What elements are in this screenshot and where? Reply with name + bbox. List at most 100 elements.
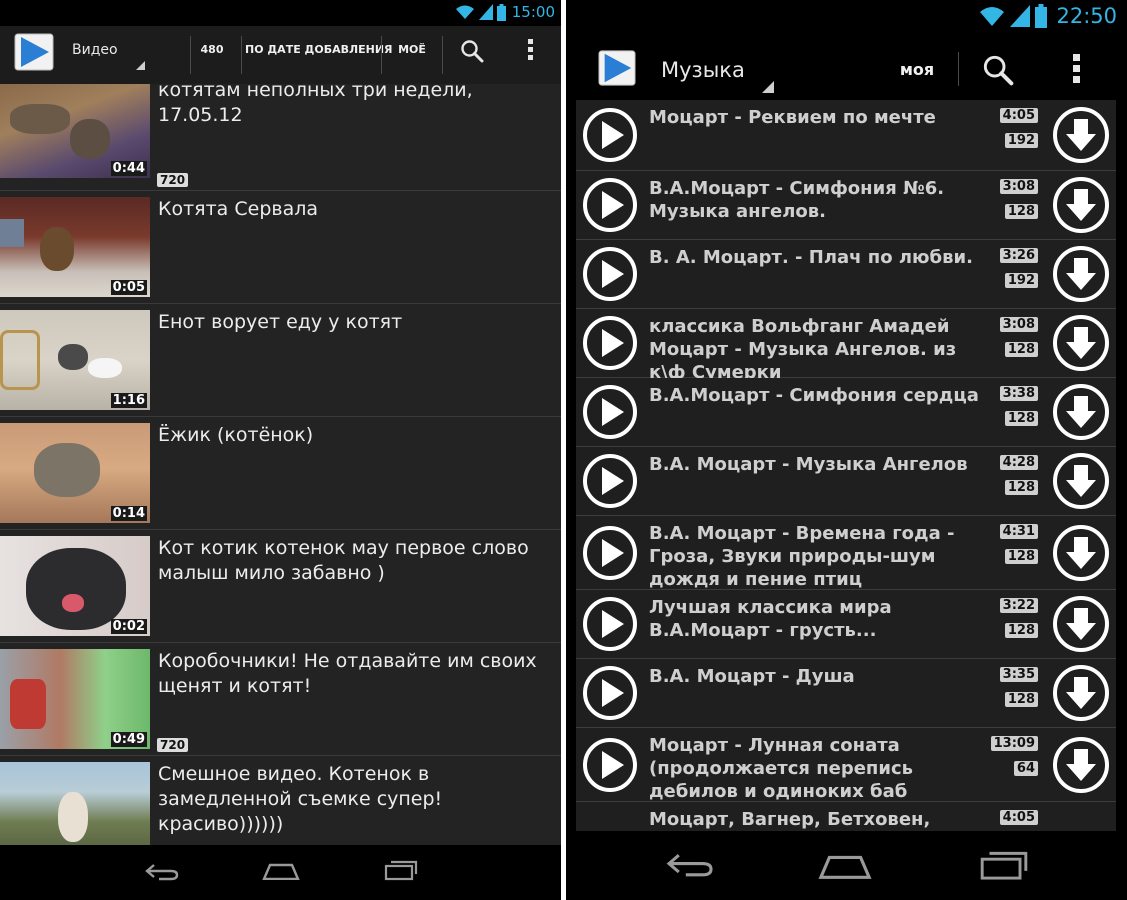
track-title: В.А. Моцарт - Музыка Ангелов [649,454,968,475]
list-item[interactable]: Лучшая классика мира В.А.Моцарт - грусть… [576,590,1116,659]
section-title[interactable]: Музыка [661,58,745,82]
video-thumbnail[interactable]: 0:14 [0,423,150,523]
track-duration: 4:28 [999,455,1038,470]
video-thumbnail[interactable]: 1:16 [0,310,150,410]
quality-button[interactable]: 480 [192,43,232,56]
divider [190,36,191,74]
home-icon[interactable] [818,853,872,879]
list-item[interactable]: В.А. Моцарт - Душа 3:35 128 [576,659,1116,728]
play-icon[interactable] [582,453,638,509]
video-list[interactable]: 0:44 котятам неполных три недели, 17.05.… [0,84,561,845]
list-item[interactable]: В.А.Моцарт - Симфония сердца 3:38 128 [576,378,1116,447]
spinner-indicator-icon [136,61,145,70]
video-title: котятам неполных три недели, 17.05.12 [158,84,473,126]
track-duration: 13:09 [990,736,1038,751]
list-item[interactable]: Моцарт, Вагнер, Бетховен, 4:05 [576,802,1116,831]
track-duration: 3:35 [999,667,1038,682]
track-duration: 4:05 [999,108,1038,123]
app-logo[interactable] [14,33,54,71]
video-thumbnail[interactable]: 0:02 [0,536,150,636]
video-quality-badge: 720 [157,738,189,752]
divider [381,36,382,74]
sort-button[interactable]: ПО ДАТЕ ДОБАВЛЕНИЯ [245,43,393,56]
recents-icon[interactable] [979,849,1029,881]
track-title: В.А.Моцарт - Симфония №6. Музыка ангелов… [649,178,945,222]
video-screen: 15:00 Видео 480 ПО ДАТЕ ДОБАВЛЕНИЯ МОЁ 0… [0,0,561,900]
overflow-menu-icon[interactable] [527,39,535,61]
back-icon[interactable] [145,862,179,882]
track-title: классика Вольфганг Амадей Моцарт - Музык… [649,316,957,383]
search-icon[interactable] [982,54,1014,86]
track-title: Лучшая классика мира В.А.Моцарт - грусть… [649,597,892,641]
list-item[interactable]: Смешное видео. Котенок в замедленной съе… [0,756,561,845]
video-thumbnail[interactable]: 0:05 [0,197,150,297]
divider [442,36,443,74]
recents-icon[interactable] [384,859,418,881]
play-icon[interactable] [582,107,638,163]
play-icon[interactable] [582,246,638,302]
navigation-bar [566,831,1127,900]
video-thumbnail[interactable]: 0:44 [0,84,150,178]
list-item[interactable]: 0:14 Ёжик (котёнок) [0,417,561,530]
track-duration: 3:08 [999,317,1038,332]
track-duration: 3:26 [999,248,1038,263]
back-icon[interactable] [666,851,714,879]
section-title[interactable]: Видео [72,42,118,58]
play-icon[interactable] [582,384,638,440]
track-bitrate: 128 [1004,623,1038,638]
video-duration: 0:02 [110,619,147,634]
list-item[interactable]: В.А.Моцарт - Симфония №6. Музыка ангелов… [576,171,1116,240]
home-icon[interactable] [262,862,300,880]
list-item[interactable]: 0:05 Котята Сервала [0,191,561,304]
list-item[interactable]: Моцарт - Реквием по мечте 4:05 192 [576,100,1116,171]
track-list[interactable]: Моцарт - Реквием по мечте 4:05 192 В.А.М… [576,100,1116,831]
overflow-menu-icon[interactable] [1072,54,1082,84]
track-title: В.А. Моцарт - Душа [649,666,855,687]
download-icon[interactable] [1052,452,1110,510]
list-item[interactable]: В.А. Моцарт - Музыка Ангелов 4:28 128 [576,447,1116,516]
list-item[interactable]: Моцарт - Лунная соната (продолжается пер… [576,728,1116,825]
download-icon[interactable] [1052,524,1110,582]
wifi-icon [455,5,474,19]
list-item[interactable]: 0:49 Коробочники! Не отдавайте им своих … [0,643,561,756]
play-icon[interactable] [582,315,638,371]
mine-button[interactable]: МОЁ [388,43,436,56]
track-bitrate: 192 [1004,133,1038,148]
track-title: В.А.Моцарт - Симфония сердца [649,385,979,406]
list-item[interactable]: 0:02 Кот котик котенок мау первое слово … [0,530,561,643]
search-icon[interactable] [460,39,484,63]
video-thumbnail[interactable]: 0:49 [0,649,150,749]
download-icon[interactable] [1052,383,1110,441]
track-duration: 3:38 [999,386,1038,401]
navigation-bar [0,845,561,900]
download-icon[interactable] [1052,736,1110,794]
app-logo[interactable] [598,49,636,87]
status-bar: 15:00 [0,0,561,26]
download-icon[interactable] [1052,176,1110,234]
download-icon[interactable] [1052,314,1110,372]
mine-button[interactable]: моя [892,60,942,79]
signal-icon [1010,5,1031,27]
track-bitrate: 128 [1004,204,1038,219]
play-icon[interactable] [582,665,638,721]
download-icon[interactable] [1052,664,1110,722]
list-item[interactable]: классика Вольфганг Амадей Моцарт - Музык… [576,309,1116,383]
video-quality-badge: 720 [157,173,189,187]
list-item[interactable]: 1:16 Енот ворует еду у котят [0,304,561,417]
play-icon[interactable] [582,737,638,793]
download-icon[interactable] [1052,245,1110,303]
video-title: Енот ворует еду у котят [158,311,403,333]
action-bar: Музыка моя [566,36,1127,100]
play-icon[interactable] [582,596,638,652]
play-icon[interactable] [582,177,638,233]
play-icon[interactable] [582,525,638,581]
list-item[interactable]: В.А. Моцарт - Времена года - Гроза, Звук… [576,516,1116,590]
status-clock: 22:50 [1056,4,1117,28]
list-item[interactable]: В. А. Моцарт. - Плач по любви. 3:26 192 [576,240,1116,309]
video-title: Кот котик котенок мау первое слово малыш… [158,537,529,584]
track-duration: 4:31 [999,524,1038,539]
video-thumbnail[interactable] [0,762,150,845]
download-icon[interactable] [1052,595,1110,653]
download-icon[interactable] [1052,106,1110,164]
list-item[interactable]: 0:44 котятам неполных три недели, 17.05.… [0,84,561,191]
